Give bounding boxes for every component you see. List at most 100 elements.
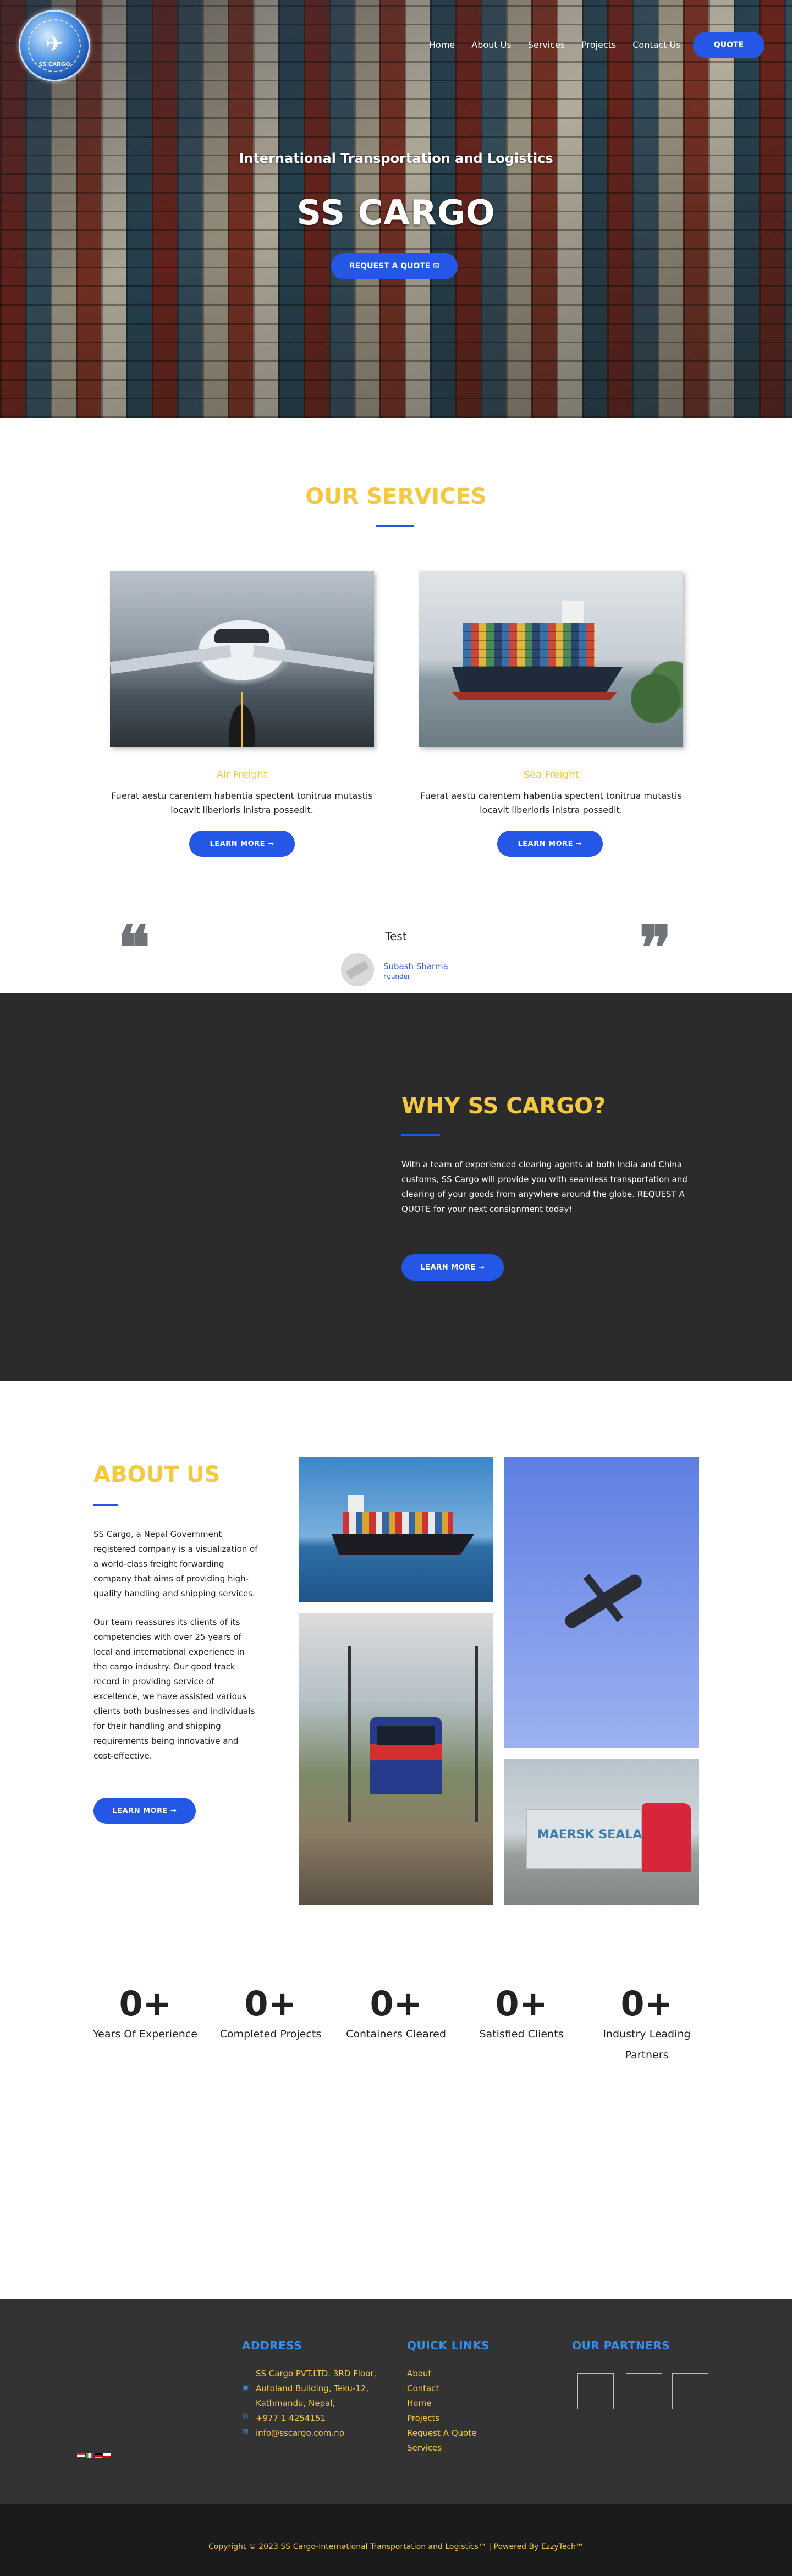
sea-freight-learn-more-button[interactable]: LEARN MORE → (497, 831, 603, 857)
nav-contact-us[interactable]: Contact Us (632, 40, 680, 50)
about-paragraph-1: SS Cargo, a Nepal Government registered … (94, 1529, 258, 1599)
ship-bridge (348, 1495, 364, 1513)
site-footer: ADDRESS SS Cargo PVT.LTD. 3RD Floor, ◉ A… (0, 2299, 792, 2504)
nav-services[interactable]: Services (528, 40, 565, 50)
counter-label: Satisfied Clients (479, 2028, 564, 2040)
plane-wing-left (110, 645, 232, 674)
main-nav: Home About Us Services Projects Contact … (429, 40, 681, 50)
about-ship-image (299, 1457, 493, 1602)
signal-pole-right (475, 1646, 478, 1822)
about-train-image (299, 1613, 493, 1905)
why-learn-more-button[interactable]: LEARN MORE → (402, 1254, 504, 1281)
counter-projects: 0+ Completed Projects (216, 1984, 326, 2045)
address-line-3: Kathmandu, Nepal, (256, 2398, 336, 2408)
counter-clients: 0+ Satisfied Clients (466, 1984, 576, 2045)
sea-freight-image (419, 571, 683, 747)
testimonial-name: Subash Sharma (383, 962, 448, 971)
counter-value: 0+ (495, 1984, 548, 2024)
logo-text: SS CARGO (38, 62, 70, 68)
location-icon: ◉ (242, 2383, 249, 2392)
why-title-underline (402, 1134, 440, 1136)
services-title-underline (376, 525, 414, 527)
about-paragraph-2: Our team reassures its clients of its co… (94, 1617, 255, 1761)
quote-button[interactable]: QUOTE (693, 32, 765, 58)
counter-containers: 0+ Containers Cleared (341, 1984, 451, 2045)
air-freight-desc: Fuerat aestu carentem habentia spectent … (111, 790, 373, 815)
why-title: WHY SS CARGO? (402, 1094, 606, 1119)
partner-logo[interactable] (626, 2373, 662, 2409)
ship-container-rows (463, 623, 595, 667)
air-freight-image (110, 571, 374, 747)
avatar (341, 953, 374, 986)
footer-phone[interactable]: +977 1 4254151 (256, 2411, 326, 2426)
language-flags[interactable] (77, 2453, 111, 2458)
signal-pole-left (348, 1646, 351, 1822)
about-title: ABOUT US (94, 1462, 221, 1487)
ship-trees (628, 659, 683, 725)
copyright-text: Copyright © 2023 SS Cargo-International … (208, 2542, 584, 2551)
flag-icon[interactable] (103, 2453, 111, 2458)
email-icon: ✉ (242, 2427, 249, 2436)
why-text: With a team of experienced clearing agen… (402, 1160, 688, 1214)
sea-freight-title: Sea Freight (523, 769, 579, 781)
footer-link-request-quote[interactable]: Request A Quote (407, 2426, 476, 2441)
flag-icon[interactable] (86, 2453, 94, 2458)
hero-section: ✈ SS CARGO Home About Us Services Projec… (0, 0, 792, 418)
footer-link-contact[interactable]: Contact (407, 2381, 439, 2396)
ship-bridge (562, 601, 584, 626)
counter-partners: 0+ Industry Leading Partners (592, 1984, 702, 2066)
counter-label: Years Of Experience (93, 2028, 197, 2040)
counter-value: 0+ (244, 1984, 297, 2024)
footer-link-services[interactable]: Services (407, 2441, 442, 2456)
ship-hull (332, 1534, 475, 1555)
partner-logo[interactable] (672, 2373, 708, 2409)
sea-freight-desc: Fuerat aestu carentem habentia spectent … (420, 790, 682, 815)
avatar-placeholder-icon (345, 960, 370, 979)
open-quote-icon: ❝ (118, 912, 151, 983)
flag-icon[interactable] (95, 2453, 102, 2458)
taxi-line (241, 692, 243, 747)
ship-hull-red (452, 692, 617, 700)
services-title: OUR SERVICES (305, 484, 487, 509)
partner-logo[interactable] (578, 2373, 614, 2409)
hero-title: SS CARGO (296, 193, 496, 233)
footer-link-about[interactable]: About (407, 2366, 431, 2381)
nav-projects[interactable]: Projects (581, 40, 616, 50)
phone-icon: ✆ (242, 2413, 249, 2421)
why-section: WHY SS CARGO? With a team of experienced… (0, 993, 792, 1381)
counter-label: Industry Leading Partners (603, 2028, 691, 2061)
hero-subtitle: International Transportation and Logisti… (239, 151, 553, 166)
truck-cab (642, 1803, 691, 1872)
request-quote-button[interactable]: REQUEST A QUOTE ✉ (331, 253, 458, 279)
plane-wing-right (252, 645, 374, 674)
counter-value: 0+ (119, 1984, 172, 2024)
address-line-2: Autoland Building, Teku-12, (256, 2383, 369, 2393)
footer-partners-title: OUR PARTNERS (572, 2339, 670, 2352)
counter-label: Containers Cleared (346, 2028, 446, 2040)
nav-home[interactable]: Home (429, 40, 455, 50)
globe-icon: ✈ (45, 31, 64, 57)
testimonial-role: Founder (383, 973, 410, 980)
address-line-1: SS Cargo PVT.LTD. 3RD Floor, (256, 2369, 377, 2379)
footer-links-title: QUICK LINKS (407, 2339, 490, 2352)
footer-link-home[interactable]: Home (407, 2396, 431, 2411)
about-learn-more-button[interactable]: LEARN MORE → (94, 1798, 196, 1824)
air-freight-learn-more-button[interactable]: LEARN MORE → (189, 831, 295, 857)
footer-email[interactable]: info@sscargo.com.np (256, 2426, 344, 2441)
plane-cockpit (215, 629, 270, 643)
copyright-bar: Copyright © 2023 SS Cargo-International … (0, 2504, 792, 2576)
about-plane-image (504, 1457, 699, 1748)
about-title-underline (94, 1504, 118, 1506)
site-logo[interactable]: ✈ SS CARGO (19, 10, 90, 81)
flag-icon[interactable] (77, 2453, 85, 2458)
counter-experience: 0+ Years Of Experience (90, 1984, 200, 2045)
about-truck-image: MAERSK SEALAND (504, 1759, 699, 1905)
counter-value: 0+ (620, 1984, 673, 2024)
nav-about-us[interactable]: About Us (471, 40, 511, 50)
counter-value: 0+ (370, 1984, 422, 2024)
counter-label: Completed Projects (219, 2028, 322, 2040)
footer-link-projects[interactable]: Projects (407, 2411, 439, 2426)
footer-address-title: ADDRESS (242, 2339, 302, 2352)
testimonial-text: Test (385, 930, 407, 943)
train-windshield (377, 1726, 435, 1745)
